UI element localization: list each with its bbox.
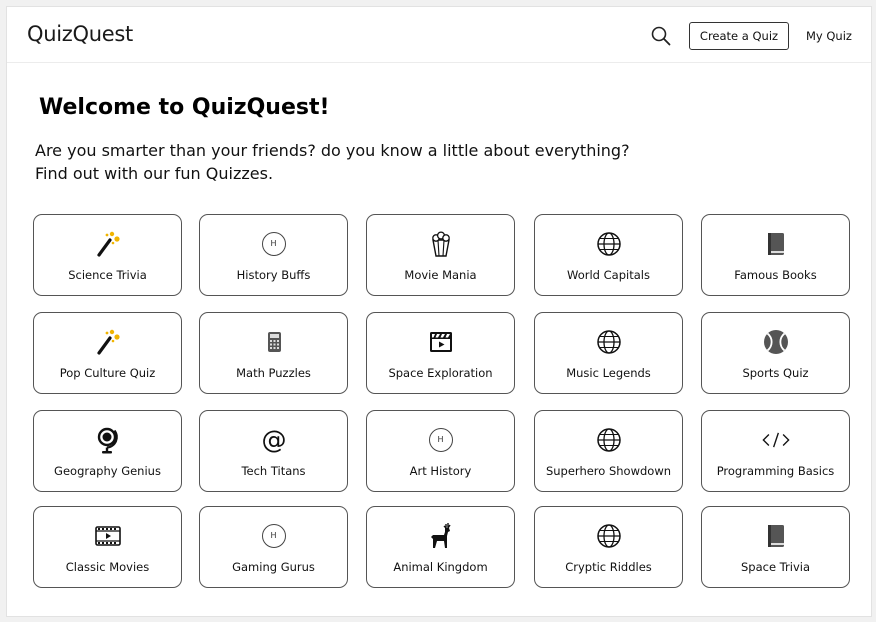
globe-icon — [594, 425, 624, 455]
page-title: Welcome to QuizQuest! — [39, 95, 330, 120]
quiz-card[interactable]: Music Legends — [534, 312, 683, 394]
quiz-card-label: Tech Titans — [241, 464, 306, 478]
quiz-card-label: Sports Quiz — [742, 366, 809, 380]
quiz-card[interactable]: Animal Kingdom — [366, 506, 515, 588]
quiz-card[interactable]: Geography Genius — [33, 410, 182, 492]
book-icon — [761, 229, 791, 259]
quiz-card-label: Math Puzzles — [236, 366, 311, 380]
quiz-card[interactable]: Programming Basics — [701, 410, 850, 492]
film-icon — [93, 521, 123, 551]
quiz-card[interactable]: Sports Quiz — [701, 312, 850, 394]
quiz-card-label: Superhero Showdown — [545, 464, 672, 478]
h-circle-letter: H — [428, 428, 453, 452]
globe-icon — [594, 327, 624, 357]
h-circle-icon: H — [259, 229, 289, 259]
app-frame: QuizQuest Create a Quiz My Quiz Welcome … — [6, 6, 872, 617]
quiz-card-label: Animal Kingdom — [393, 560, 488, 574]
magic-wand-icon — [93, 327, 123, 357]
globe-icon — [594, 521, 624, 551]
brand-logo[interactable]: QuizQuest — [27, 22, 133, 46]
quiz-card-label: Famous Books — [734, 268, 817, 282]
h-circle-letter: H — [261, 524, 286, 548]
calculator-icon — [259, 327, 289, 357]
deer-icon — [426, 521, 456, 551]
top-nav: QuizQuest Create a Quiz My Quiz — [7, 7, 871, 63]
quiz-card-label: Science Trivia — [68, 268, 147, 282]
quiz-card[interactable]: Famous Books — [701, 214, 850, 296]
quiz-card[interactable]: Space Exploration — [366, 312, 515, 394]
quiz-card[interactable]: H Gaming Gurus — [199, 506, 348, 588]
quiz-card[interactable]: Superhero Showdown — [534, 410, 683, 492]
globe-icon — [594, 229, 624, 259]
quiz-card[interactable]: H History Buffs — [199, 214, 348, 296]
h-circle-icon: H — [426, 425, 456, 455]
quiz-card-label: Pop Culture Quiz — [59, 366, 156, 380]
quiz-card[interactable]: Classic Movies — [33, 506, 182, 588]
intro-line-1: Are you smarter than your friends? do yo… — [35, 141, 630, 160]
create-quiz-button[interactable]: Create a Quiz — [689, 22, 789, 50]
quiz-card-label: Movie Mania — [404, 268, 477, 282]
quiz-card-label: Art History — [409, 464, 472, 478]
clapperboard-icon — [426, 327, 456, 357]
quiz-card[interactable]: Movie Mania — [366, 214, 515, 296]
popcorn-icon — [426, 229, 456, 259]
tennis-ball-icon — [761, 327, 791, 357]
quiz-card-label: Cryptic Riddles — [565, 560, 652, 574]
intro-text: Are you smarter than your friends? do yo… — [35, 139, 735, 185]
quiz-card-label: Space Trivia — [740, 560, 810, 574]
quiz-card-label: Geography Genius — [54, 464, 161, 478]
quiz-card-label: World Capitals — [567, 268, 650, 282]
quiz-card-label: History Buffs — [236, 268, 311, 282]
quiz-card[interactable]: H Art History — [366, 410, 515, 492]
quiz-card-label: Classic Movies — [65, 560, 150, 574]
h-circle-icon: H — [259, 521, 289, 551]
quiz-card[interactable]: Science Trivia — [33, 214, 182, 296]
search-icon[interactable] — [650, 25, 672, 47]
quiz-card[interactable]: Cryptic Riddles — [534, 506, 683, 588]
quiz-card-label: Programming Basics — [716, 464, 835, 478]
intro-line-2: Find out with our fun Quizzes. — [35, 164, 274, 183]
h-circle-letter: H — [261, 232, 286, 256]
desk-globe-icon — [93, 425, 123, 455]
quiz-card-label: Gaming Gurus — [232, 560, 315, 574]
quiz-card-label: Space Exploration — [388, 366, 493, 380]
at-sign-icon: @ — [259, 425, 289, 455]
quiz-card[interactable]: @ Tech Titans — [199, 410, 348, 492]
code-icon — [761, 425, 791, 455]
magic-wand-icon — [93, 229, 123, 259]
quiz-card-label: Music Legends — [566, 366, 651, 380]
quiz-card[interactable]: Space Trivia — [701, 506, 850, 588]
svg-text:@: @ — [261, 425, 286, 454]
quiz-card[interactable]: Pop Culture Quiz — [33, 312, 182, 394]
quiz-card[interactable]: Math Puzzles — [199, 312, 348, 394]
my-quiz-link[interactable]: My Quiz — [806, 29, 852, 43]
book-icon — [761, 521, 791, 551]
quiz-card[interactable]: World Capitals — [534, 214, 683, 296]
